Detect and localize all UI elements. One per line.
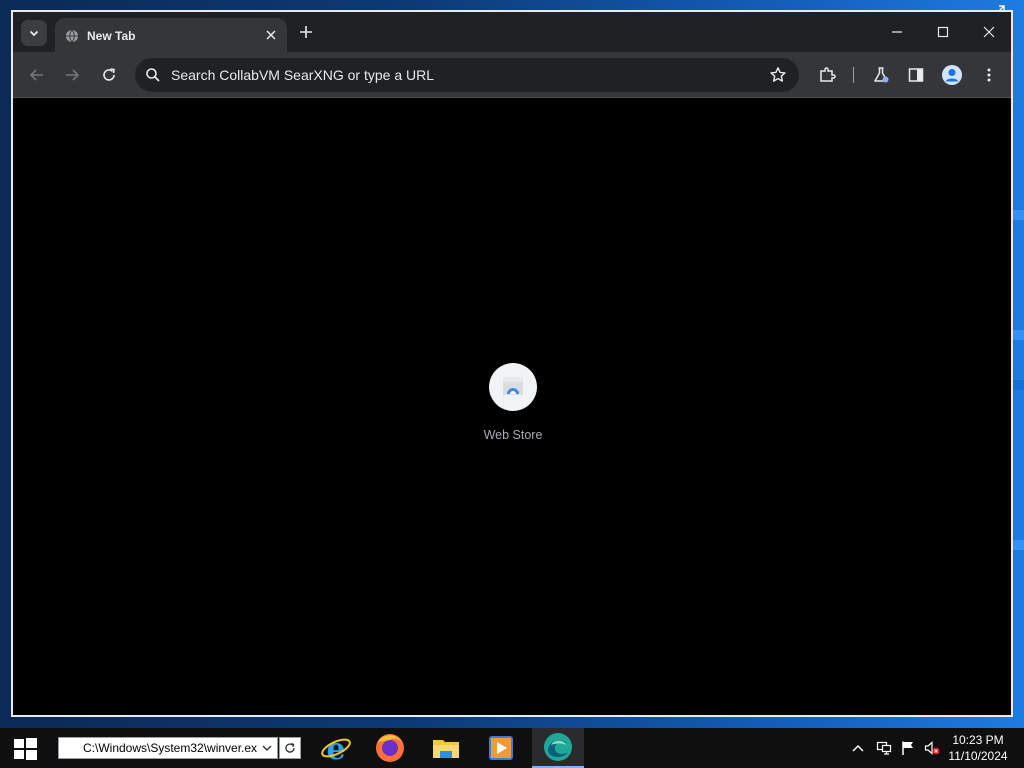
media-player-icon: [489, 736, 513, 760]
chevron-down-icon: [29, 30, 39, 37]
toolbar-divider: [853, 67, 854, 83]
svg-text:e: e: [326, 732, 345, 764]
browser-toolbar: [13, 52, 1011, 98]
puzzle-icon: [820, 67, 836, 82]
shortcut-web-store[interactable]: Web Store: [473, 363, 553, 447]
shortcut-tile[interactable]: [489, 363, 537, 411]
close-icon: [266, 30, 276, 40]
minimize-icon: [892, 31, 902, 33]
chevron-down-icon[interactable]: [261, 742, 273, 754]
refresh-icon: [285, 742, 295, 753]
chevron-up-icon[interactable]: [850, 740, 866, 756]
flag-icon[interactable]: [900, 740, 916, 756]
reload-button[interactable]: [97, 63, 121, 87]
extensions-button[interactable]: [815, 63, 839, 87]
profile-button[interactable]: [940, 63, 964, 87]
maximize-icon: [937, 26, 949, 38]
taskbar-internet-explorer[interactable]: e: [310, 728, 362, 768]
system-clock[interactable]: 10:23 PM 11/10/2024: [940, 732, 1016, 764]
avatar-icon: [942, 65, 962, 85]
volume-muted-icon[interactable]: [924, 740, 940, 756]
more-vertical-icon: [987, 68, 991, 82]
run-box[interactable]: [58, 737, 278, 759]
file-explorer-icon: [433, 740, 459, 758]
close-icon: [983, 26, 995, 38]
tab-close-button[interactable]: [263, 27, 279, 43]
arrow-left-icon: [29, 69, 43, 81]
labs-button[interactable]: [869, 63, 893, 87]
forward-button[interactable]: [60, 63, 84, 87]
taskbar-media-player[interactable]: [475, 728, 527, 768]
run-refresh-button[interactable]: [279, 737, 301, 759]
tab-title: New Tab: [87, 29, 136, 43]
clock-date: 11/10/2024: [948, 749, 1008, 763]
arrow-right-icon: [66, 69, 80, 81]
minimize-button[interactable]: [885, 20, 909, 44]
new-tab-button[interactable]: [297, 23, 315, 41]
firefox-icon: [376, 734, 404, 762]
web-store-icon: [503, 377, 523, 395]
windows-start-icon[interactable]: [10, 736, 40, 762]
close-window-button[interactable]: [977, 20, 1001, 44]
tab-search-button[interactable]: [21, 20, 47, 46]
menu-button[interactable]: [977, 63, 1001, 87]
globe-icon: [66, 29, 78, 43]
taskbar-firefox[interactable]: [364, 728, 416, 768]
new-tab-page: Web Store: [13, 99, 1011, 715]
maximize-button[interactable]: [931, 20, 955, 44]
network-icon[interactable]: [876, 740, 892, 756]
taskbar-file-explorer[interactable]: [420, 728, 472, 768]
browser-window: New Tab Search CollabVM SearXNG or type …: [11, 10, 1013, 717]
omnibox[interactable]: [135, 58, 799, 92]
side-panel-button[interactable]: [904, 63, 928, 87]
reload-icon: [103, 68, 115, 81]
taskbar: e: [0, 728, 1024, 768]
edge-icon: [544, 733, 572, 761]
run-input[interactable]: [59, 738, 259, 758]
plus-icon: [300, 26, 312, 38]
tab-strip: New Tab: [13, 12, 1011, 52]
internet-explorer-icon: e: [321, 732, 351, 764]
omnibox-input[interactable]: [171, 58, 751, 92]
side-panel-icon: [908, 68, 924, 82]
back-button[interactable]: [25, 63, 49, 87]
search-icon: [146, 68, 160, 82]
tab-new-tab[interactable]: New Tab: [55, 18, 287, 52]
taskbar-edge[interactable]: [532, 728, 584, 768]
shortcut-label: Web Store: [483, 428, 543, 442]
flask-icon: [874, 67, 889, 83]
clock-time: 10:23 PM: [952, 733, 1004, 747]
star-icon[interactable]: [769, 66, 787, 84]
